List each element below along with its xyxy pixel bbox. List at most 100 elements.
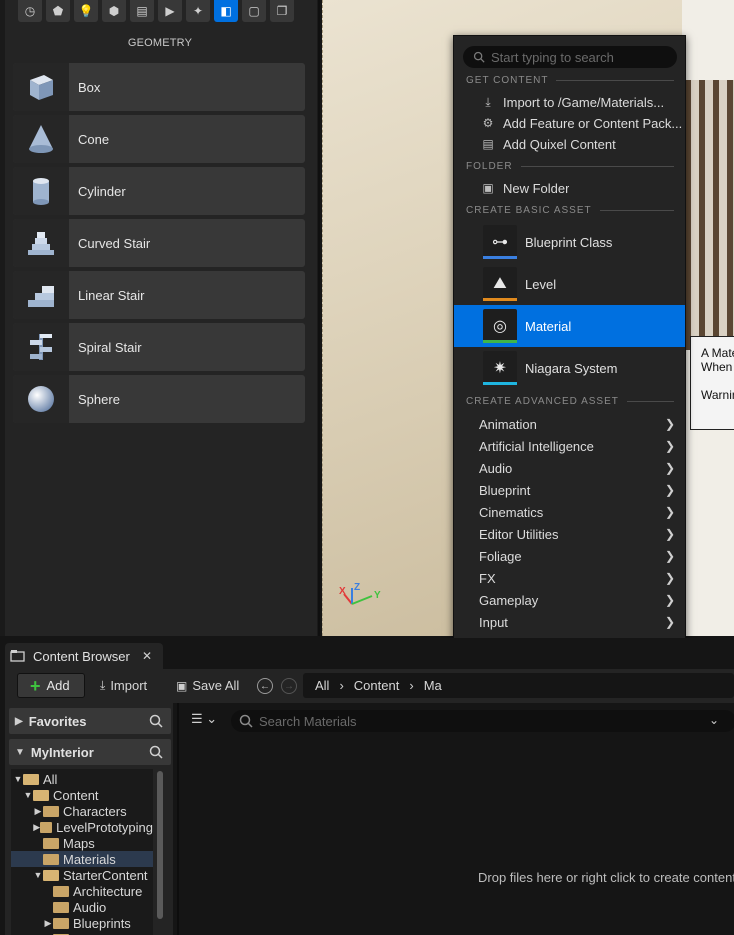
advanced-asset-category[interactable]: FX ❯: [454, 567, 685, 589]
menu-search-input[interactable]: Start typing to search: [463, 46, 677, 68]
sparkle-icon[interactable]: ✦: [186, 0, 210, 22]
breadcrumb-item[interactable]: Content: [354, 678, 400, 693]
basic-asset-item[interactable]: ⊶ Blueprint Class: [454, 221, 685, 263]
geometry-item-label: Linear Stair: [78, 287, 145, 303]
geometry-item[interactable]: Cylinder: [13, 167, 305, 215]
advanced-asset-category[interactable]: Audio ❯: [454, 457, 685, 479]
add-button[interactable]: + Add: [17, 673, 85, 698]
basic-asset-label: Material: [525, 318, 572, 334]
tree-node[interactable]: ▶ Characters: [11, 803, 153, 819]
advanced-asset-category[interactable]: Animation ❯: [454, 413, 685, 435]
layers-icon[interactable]: ❐: [270, 0, 294, 22]
save-all-button[interactable]: ▣ Save All: [176, 673, 239, 698]
geometry-item[interactable]: Curved Stair: [13, 219, 305, 267]
import-button[interactable]: ⤓ Import: [100, 673, 147, 698]
tree-node[interactable]: Maps: [11, 835, 153, 851]
tree-node-label: All: [43, 771, 58, 787]
tree-node[interactable]: ▼ StarterContent: [11, 867, 153, 883]
tree-node[interactable]: Materials: [11, 851, 153, 867]
favorites-header[interactable]: ▶ Favorites: [9, 708, 171, 734]
geometry-item[interactable]: Box: [13, 63, 305, 111]
asset-tooltip: A Mate When Warnin: [690, 336, 734, 430]
breadcrumb-item[interactable]: All: [315, 678, 329, 693]
film-icon[interactable]: ▤: [130, 0, 154, 22]
search-icon[interactable]: [149, 745, 163, 759]
tree-node[interactable]: ▶ LevelPrototyping: [11, 819, 153, 835]
content-browser-icon: [10, 650, 25, 662]
advanced-asset-category[interactable]: Input ❯: [454, 611, 685, 633]
advanced-asset-category[interactable]: Foliage ❯: [454, 545, 685, 567]
tree-node-label: HDRI: [73, 932, 105, 935]
folder-icon: [53, 901, 69, 913]
new-folder-icon: ▣: [482, 181, 494, 195]
play-icon[interactable]: ▶: [158, 0, 182, 22]
geometry-item[interactable]: Cone: [13, 115, 305, 163]
category-label: Audio: [479, 460, 513, 476]
chevron-right-icon[interactable]: ▶: [43, 918, 53, 929]
chevron-right-icon[interactable]: ▶: [33, 822, 40, 833]
chevron-down-icon[interactable]: ⌄: [709, 713, 719, 727]
box-outline-icon[interactable]: ▢: [242, 0, 266, 22]
menu-item[interactable]: ⚙ Add Feature or Content Pack...: [454, 112, 685, 134]
menu-item-label: New Folder: [503, 180, 570, 196]
import-icon: ⤓: [100, 678, 106, 692]
tree-node[interactable]: ▼ All: [11, 771, 153, 787]
tooltip-line: [701, 374, 734, 388]
advanced-asset-category[interactable]: Editor Utilities ❯: [454, 523, 685, 545]
tree-node[interactable]: HDRI: [11, 931, 153, 935]
plus-icon: +: [30, 675, 41, 696]
project-header[interactable]: ▼ MyInterior: [9, 739, 171, 765]
tree-node-label: Content: [53, 787, 99, 803]
forward-arrow-icon[interactable]: →: [281, 678, 297, 694]
menu-item[interactable]: ⤓ Import to /Game/Materials...: [454, 91, 685, 113]
back-arrow-icon[interactable]: ←: [257, 678, 273, 694]
geometry-icon[interactable]: ◧: [214, 0, 238, 22]
axis-x-label: X: [339, 586, 346, 597]
basic-asset-item[interactable]: ◎ Material: [454, 305, 685, 347]
advanced-asset-category[interactable]: Cinematics ❯: [454, 501, 685, 523]
advanced-asset-category[interactable]: Blueprint ❯: [454, 479, 685, 501]
chevron-right-icon[interactable]: ›: [409, 678, 413, 693]
chevron-down-icon[interactable]: ▼: [23, 790, 33, 800]
geometry-item-label: Box: [78, 79, 101, 95]
advanced-asset-category[interactable]: Gameplay ❯: [454, 589, 685, 611]
section-folder: FOLDER: [466, 159, 674, 173]
menu-item[interactable]: ▣ New Folder: [454, 177, 685, 199]
asset-view[interactable]: ☰ ⌄ Search Materials ⌄ Drop files here o…: [177, 703, 734, 935]
tree-node[interactable]: Audio: [11, 899, 153, 915]
chevron-right-icon[interactable]: ▶: [33, 806, 43, 817]
advanced-asset-category[interactable]: Artificial Intelligence ❯: [454, 435, 685, 457]
geometry-item[interactable]: Sphere: [13, 375, 305, 423]
basic-asset-item[interactable]: ✷ Niagara System: [454, 347, 685, 389]
folder-icon: [43, 853, 59, 865]
tree-scrollbar[interactable]: [157, 771, 163, 919]
tree-node[interactable]: ▼ Content: [11, 787, 153, 803]
close-icon[interactable]: ✕: [142, 649, 152, 663]
breadcrumb-item[interactable]: Ma: [424, 678, 442, 693]
box-shape-icon: [13, 63, 69, 111]
chevron-right-icon: ❯: [664, 549, 675, 563]
tab-content-browser[interactable]: Content Browser ✕: [5, 643, 163, 669]
category-label: Gameplay: [479, 592, 539, 608]
geometry-item[interactable]: Spiral Stair: [13, 323, 305, 371]
tree-node-label: Audio: [73, 899, 107, 915]
section-create-advanced-asset: CREATE ADVANCED ASSET: [466, 394, 674, 408]
asset-search-input[interactable]: Search Materials: [231, 710, 734, 732]
tree-node[interactable]: ▶ Blueprints: [11, 915, 153, 931]
search-icon[interactable]: [149, 714, 163, 728]
chevron-right-icon[interactable]: ›: [339, 678, 343, 693]
shapes-icon[interactable]: ⬟: [46, 0, 70, 22]
geometry-item[interactable]: Linear Stair: [13, 271, 305, 319]
basic-asset-item[interactable]: ⛰ Level: [454, 263, 685, 305]
clock-icon[interactable]: ◷: [18, 0, 42, 22]
curved-stair-icon: [13, 219, 69, 267]
chevron-down-icon[interactable]: ▼: [33, 870, 43, 880]
filter-button[interactable]: ☰ ⌄: [191, 711, 217, 727]
menu-item[interactable]: ▤ Add Quixel Content: [454, 133, 685, 155]
lightbulb-icon[interactable]: 💡: [74, 0, 98, 22]
chevron-right-icon: ❯: [664, 439, 675, 453]
cube-icon[interactable]: ⬢: [102, 0, 126, 22]
project-label: MyInterior: [30, 744, 94, 760]
tree-node[interactable]: Architecture: [11, 883, 153, 899]
chevron-down-icon[interactable]: ▼: [13, 774, 23, 784]
